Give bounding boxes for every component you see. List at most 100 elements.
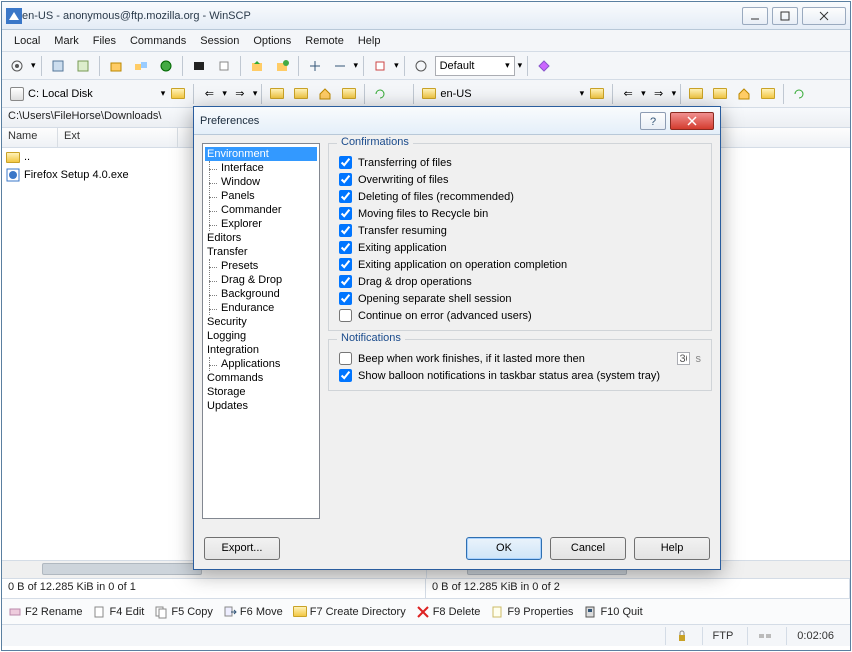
home-icon[interactable] bbox=[733, 83, 755, 105]
folder-icon[interactable] bbox=[266, 83, 288, 105]
tool-icon[interactable] bbox=[47, 55, 69, 77]
chk-overwrite[interactable]: Overwriting of files bbox=[339, 171, 701, 188]
right-dir-selector[interactable]: en-US bbox=[418, 88, 475, 100]
tree-transfer[interactable]: Transfer bbox=[205, 245, 317, 259]
f9-properties[interactable]: F9 Properties bbox=[490, 605, 573, 619]
refresh-icon[interactable] bbox=[369, 83, 391, 105]
tree-endurance[interactable]: Endurance bbox=[219, 301, 317, 315]
preset-combo[interactable]: Default bbox=[435, 56, 515, 76]
chk-shell[interactable]: Opening separate shell session bbox=[339, 290, 701, 307]
left-drive-selector[interactable]: C: Local Disk bbox=[6, 87, 97, 101]
menu-mark[interactable]: Mark bbox=[48, 33, 84, 49]
bottom-status-bar: FTP 0:02:06 bbox=[2, 624, 850, 646]
dialog-title: Preferences bbox=[200, 115, 636, 127]
tool-icon[interactable] bbox=[188, 55, 210, 77]
tree-commander[interactable]: Commander bbox=[219, 203, 317, 217]
tree-environment[interactable]: Environment bbox=[205, 147, 317, 161]
back-icon[interactable]: ⇐ bbox=[198, 83, 220, 105]
tool-icon[interactable] bbox=[105, 55, 127, 77]
chk-balloon[interactable]: Show balloon notifications in taskbar st… bbox=[339, 367, 701, 384]
tree-editors[interactable]: Editors bbox=[205, 231, 317, 245]
confirmations-group: Confirmations Transferring of files Over… bbox=[328, 143, 712, 331]
tree-security[interactable]: Security bbox=[205, 315, 317, 329]
tree-presets[interactable]: Presets bbox=[219, 259, 317, 273]
folder-icon[interactable] bbox=[685, 83, 707, 105]
tool-icon[interactable] bbox=[304, 55, 326, 77]
f5-copy[interactable]: F5 Copy bbox=[154, 605, 213, 619]
minimize-button[interactable] bbox=[742, 7, 768, 25]
chk-delete[interactable]: Deleting of files (recommended) bbox=[339, 188, 701, 205]
tool-icon[interactable] bbox=[72, 55, 94, 77]
menu-remote[interactable]: Remote bbox=[299, 33, 350, 49]
tree-explorer[interactable]: Explorer bbox=[219, 217, 317, 231]
main-toolbar: ▾ ▾ ▾ Default ▾ bbox=[2, 52, 850, 80]
back-icon[interactable]: ⇐ bbox=[617, 83, 639, 105]
dialog-close-button[interactable] bbox=[670, 112, 714, 130]
tree-commands[interactable]: Commands bbox=[205, 371, 317, 385]
menu-files[interactable]: Files bbox=[87, 33, 122, 49]
tree-dragdrop[interactable]: Drag & Drop bbox=[219, 273, 317, 287]
tool-icon[interactable] bbox=[246, 55, 268, 77]
f6-move[interactable]: F6 Move bbox=[223, 605, 283, 619]
menu-session[interactable]: Session bbox=[194, 33, 245, 49]
folder-icon[interactable] bbox=[338, 83, 360, 105]
home-icon[interactable] bbox=[314, 83, 336, 105]
forward-icon[interactable]: ⇒ bbox=[229, 83, 251, 105]
beep-seconds-input[interactable] bbox=[677, 352, 690, 365]
tool-icon[interactable] bbox=[533, 55, 555, 77]
chk-exit-op[interactable]: Exiting application on operation complet… bbox=[339, 256, 701, 273]
tree-updates[interactable]: Updates bbox=[205, 399, 317, 413]
folder-open-icon[interactable] bbox=[586, 83, 608, 105]
tree-background[interactable]: Background bbox=[219, 287, 317, 301]
tool-icon[interactable] bbox=[155, 55, 177, 77]
close-button[interactable] bbox=[802, 7, 846, 25]
tree-panels[interactable]: Panels bbox=[219, 189, 317, 203]
folder-open-icon[interactable] bbox=[167, 83, 189, 105]
tree-interface[interactable]: Interface bbox=[219, 161, 317, 175]
cancel-button[interactable]: Cancel bbox=[550, 537, 626, 560]
menu-options[interactable]: Options bbox=[247, 33, 297, 49]
col-name[interactable]: Name bbox=[2, 128, 58, 147]
export-button[interactable]: Export... bbox=[204, 537, 280, 560]
folder-icon[interactable] bbox=[290, 83, 312, 105]
folder-icon[interactable] bbox=[709, 83, 731, 105]
chk-transfer[interactable]: Transferring of files bbox=[339, 154, 701, 171]
help-button[interactable]: ? bbox=[640, 112, 666, 130]
refresh-icon[interactable] bbox=[788, 83, 810, 105]
tool-icon[interactable] bbox=[369, 55, 391, 77]
chk-beep[interactable]: Beep when work finishes, if it lasted mo… bbox=[339, 350, 701, 367]
ok-button[interactable]: OK bbox=[466, 537, 542, 560]
f8-delete[interactable]: F8 Delete bbox=[416, 605, 481, 619]
f4-edit[interactable]: F4 Edit bbox=[92, 605, 144, 619]
tool-icon[interactable] bbox=[213, 55, 235, 77]
tool-icon[interactable] bbox=[410, 55, 432, 77]
chk-resume[interactable]: Transfer resuming bbox=[339, 222, 701, 239]
f10-quit[interactable]: F10 Quit bbox=[583, 605, 642, 619]
help-button[interactable]: Help bbox=[634, 537, 710, 560]
preferences-tree[interactable]: Environment Interface Window Panels Comm… bbox=[202, 143, 320, 519]
chk-continue[interactable]: Continue on error (advanced users) bbox=[339, 307, 701, 324]
maximize-button[interactable] bbox=[772, 7, 798, 25]
tree-window[interactable]: Window bbox=[219, 175, 317, 189]
col-ext[interactable]: Ext bbox=[58, 128, 178, 147]
f7-create-dir[interactable]: F7 Create Directory bbox=[293, 606, 406, 618]
menu-commands[interactable]: Commands bbox=[124, 33, 192, 49]
tree-integration[interactable]: Integration bbox=[205, 343, 317, 357]
chk-exit[interactable]: Exiting application bbox=[339, 239, 701, 256]
titlebar: en-US - anonymous@ftp.mozilla.org - WinS… bbox=[2, 2, 850, 30]
menu-help[interactable]: Help bbox=[352, 33, 387, 49]
selection-status-bar: 0 B of 12.285 KiB in 0 of 1 0 B of 12.28… bbox=[2, 578, 850, 598]
forward-icon[interactable]: ⇒ bbox=[648, 83, 670, 105]
chk-recycle[interactable]: Moving files to Recycle bin bbox=[339, 205, 701, 222]
f2-rename[interactable]: F2 Rename bbox=[8, 605, 82, 619]
folder-icon[interactable] bbox=[757, 83, 779, 105]
tree-applications[interactable]: Applications bbox=[219, 357, 317, 371]
tool-icon[interactable] bbox=[130, 55, 152, 77]
tool-icon[interactable] bbox=[329, 55, 351, 77]
tree-storage[interactable]: Storage bbox=[205, 385, 317, 399]
tool-settings-icon[interactable] bbox=[6, 55, 28, 77]
tree-logging[interactable]: Logging bbox=[205, 329, 317, 343]
tool-icon[interactable] bbox=[271, 55, 293, 77]
chk-dragdrop[interactable]: Drag & drop operations bbox=[339, 273, 701, 290]
menu-local[interactable]: Local bbox=[8, 33, 46, 49]
